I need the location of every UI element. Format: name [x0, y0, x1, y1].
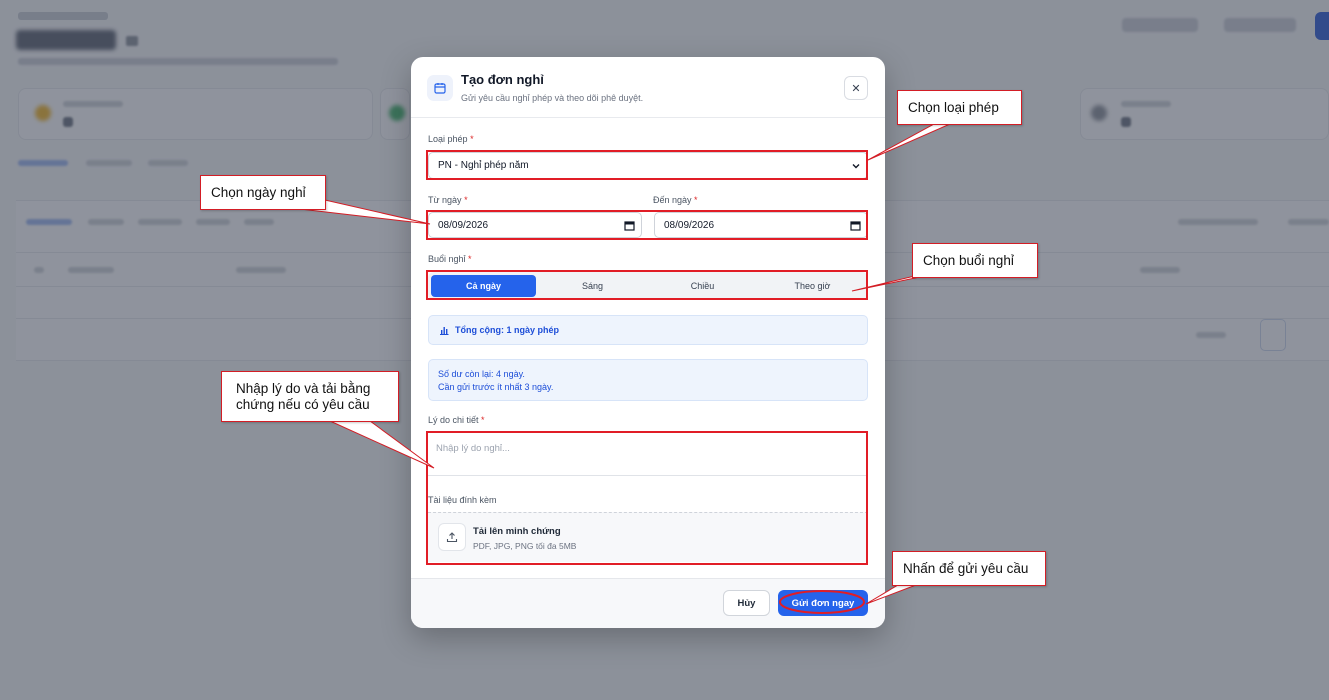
cancel-button[interactable]: Hủy: [723, 590, 770, 616]
session-label: Buổi nghỉ *: [428, 254, 472, 264]
highlight-leave-type: [426, 150, 868, 180]
modal-title: Tạo đơn nghỉ: [461, 72, 544, 87]
callout-session: Chọn buổi nghỉ: [912, 243, 1038, 278]
calendar-icon: [427, 75, 453, 101]
reason-label: Lý do chi tiết *: [428, 415, 485, 425]
balance-info: Số dư còn lại: 4 ngày. Cần gửi trước ít …: [428, 359, 868, 401]
close-button[interactable]: ✕: [844, 76, 868, 100]
from-date-label: Từ ngày *: [428, 195, 468, 205]
close-icon: ✕: [851, 82, 861, 95]
leave-type-label: Loại phép *: [428, 134, 474, 144]
callout-reason-line1: Nhập lý do và tải bằng: [236, 380, 371, 396]
balance-remaining: Số dư còn lại: 4 ngày.: [438, 369, 525, 379]
highlight-session: [426, 270, 868, 300]
highlight-dates: [426, 210, 868, 240]
to-date-label: Đến ngày *: [653, 195, 698, 205]
bar-chart-icon: [440, 327, 449, 335]
total-days-info: Tổng cộng: 1 ngày phép: [428, 315, 868, 345]
callout-reason-line2: chứng nếu có yêu cầu: [236, 396, 370, 412]
modal-header: Tạo đơn nghỉ Gửi yêu cầu nghỉ phép và th…: [411, 57, 885, 118]
total-days-text: Tổng cộng: 1 ngày phép: [455, 325, 559, 335]
modal-footer: Hủy Gửi đơn ngay: [411, 578, 885, 628]
submit-button[interactable]: Gửi đơn ngay: [778, 590, 868, 616]
callout-reason: Nhập lý do và tải bằng chứng nếu có yêu …: [221, 371, 399, 422]
callout-leave-type: Chọn loại phép: [897, 90, 1022, 125]
highlight-reason-attachment: [426, 431, 868, 565]
callout-submit: Nhấn để gửi yêu cầu: [892, 551, 1046, 586]
callout-dates: Chọn ngày nghỉ: [200, 175, 326, 210]
balance-notice: Cần gửi trước ít nhất 3 ngày.: [438, 382, 554, 392]
modal-subtitle: Gửi yêu cầu nghỉ phép và theo dõi phê du…: [461, 93, 644, 103]
